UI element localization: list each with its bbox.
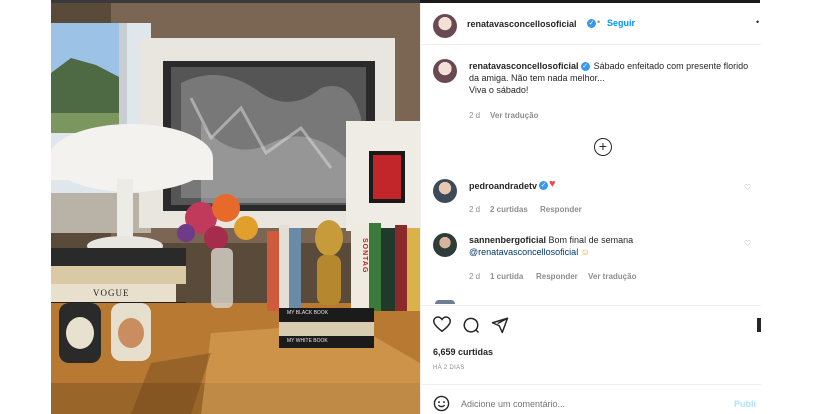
share-send-icon[interactable] [491,316,509,334]
caption-time: 2 d [469,111,481,120]
caption-verified-icon: ✓ [580,62,590,72]
header-avatar[interactable] [433,14,457,38]
likes-count[interactable]: 6,659 curtidas [433,347,493,357]
comment-1-verified-icon: ✓ [539,181,548,190]
comment-2-like-icon[interactable]: ♡ [744,239,751,248]
post-photo[interactable]: SONTAG MY BLACK BOOK MY WHITE BOOK VOGUE [51,3,420,414]
emoji-picker-icon[interactable] [433,395,450,412]
follow-button[interactable]: Seguir [607,18,635,28]
comment-1-like-icon[interactable]: ♡ [744,183,751,192]
comment-2-mention[interactable]: @renatavasconcellosoficial [469,247,578,257]
comment-2-text: Bom final de semana [548,235,634,245]
comment-box-divider [421,384,761,385]
comment-2-time: 2 d [469,272,481,281]
save-bookmark-icon[interactable] [757,318,761,332]
more-options-icon[interactable]: • [756,17,759,27]
verified-badge-icon: ✓ [587,19,596,28]
post-details-panel: renatavasconcellosoficial ✓ • Seguir • r… [420,3,761,414]
comment-2-username[interactable]: sannenbergoficial [469,235,546,245]
comment-2-translate-link[interactable]: Ver tradução [588,272,636,281]
post-date: HÁ 2 DIAS [433,365,465,371]
comment-bubble-icon[interactable] [462,316,480,334]
caption-text-2: Viva o sábado! [469,85,529,95]
actions-divider [421,305,761,306]
comment-1-username[interactable]: pedroandradetv [469,181,537,191]
comment-1-time: 2 d [469,205,481,214]
comment-3-avatar-partial [435,300,455,304]
comment-1-reply-link[interactable]: Responder [540,205,582,214]
comment-2-reply-link[interactable]: Responder [536,272,578,281]
comment-3-emoji-partial [643,299,753,304]
caption-translate-link[interactable]: Ver tradução [490,111,538,120]
separator-dot: • [597,17,601,27]
comment-2-avatar[interactable] [433,233,457,257]
header-divider [421,44,761,45]
smile-emoji-icon: ☺ [580,247,590,257]
caption-avatar[interactable] [433,59,457,83]
like-heart-icon[interactable] [433,316,451,333]
book-title-vogue: VOGUE [93,288,130,298]
publish-button[interactable]: Publi [734,399,756,409]
caption-block: renatavasconcellosoficial ✓ Sábado enfeita… [469,60,759,96]
comment-input[interactable] [461,397,691,411]
comment-2-block: sannenbergoficial Bom final de semana @r… [469,234,744,258]
post-photo-scene [51,3,420,414]
book-title-white: MY WHITE BOOK [287,338,328,344]
close-modal-icon[interactable]: ✕ [776,6,786,20]
caption-username[interactable]: renatavasconcellosoficial [469,61,579,71]
header-username[interactable]: renatavasconcellosoficial [467,19,577,29]
heart-emoji-icon: ♥ [549,178,556,190]
book-spine-sontag: SONTAG [361,238,368,274]
book-title-black: MY BLACK BOOK [287,310,329,316]
comment-1-avatar[interactable] [433,179,457,203]
load-more-comments-icon[interactable]: + [594,138,612,156]
comment-1-likes[interactable]: 2 curtidas [490,205,528,214]
comment-2-likes[interactable]: 1 curtida [490,272,523,281]
